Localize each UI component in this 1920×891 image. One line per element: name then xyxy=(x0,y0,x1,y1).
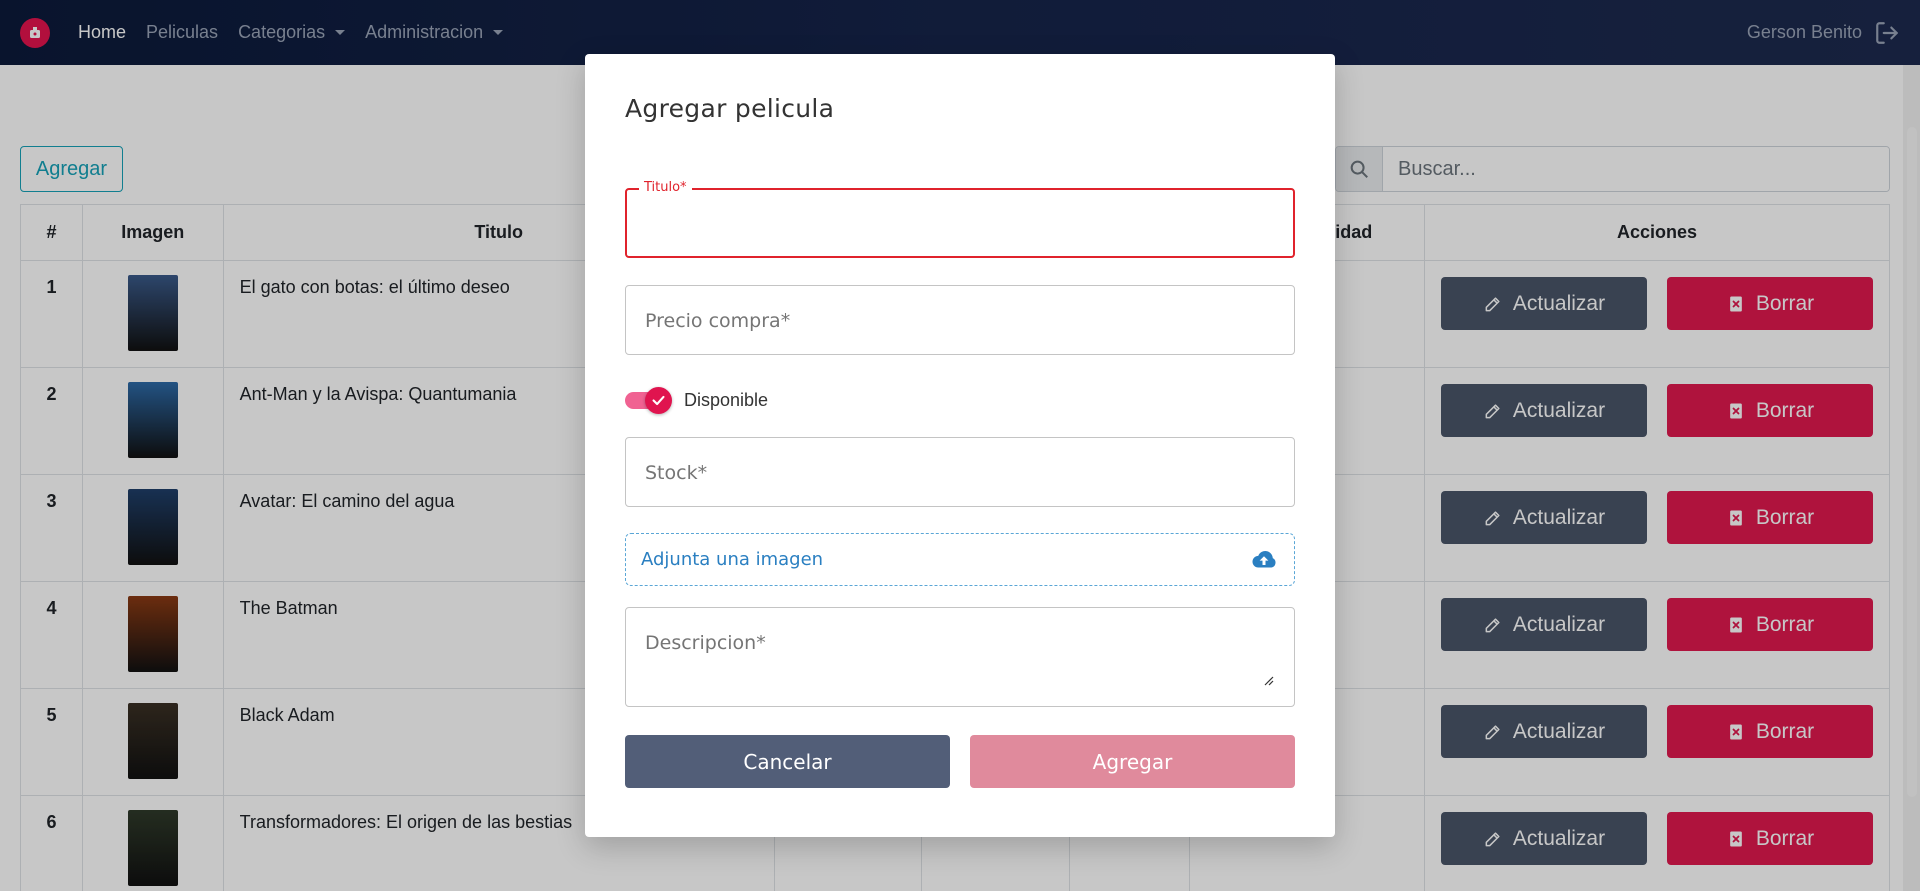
disponible-label: Disponible xyxy=(684,390,769,410)
modal-title: Agregar pelicula xyxy=(625,94,835,123)
cloud-upload-icon xyxy=(1252,550,1276,568)
check-icon xyxy=(645,387,672,414)
titulo-field[interactable]: Titulo* xyxy=(625,180,1295,258)
submit-add-button[interactable]: Agregar xyxy=(970,735,1295,788)
cancel-button[interactable]: Cancelar xyxy=(625,735,950,788)
precio-compra-field[interactable]: Precio compra* xyxy=(625,285,1295,355)
titulo-label: Titulo* xyxy=(639,180,692,195)
descripcion-placeholder: Descripcion* xyxy=(645,632,766,654)
image-upload-button[interactable]: Adjunta una imagen xyxy=(625,533,1295,586)
scrollbar-thumb[interactable] xyxy=(1907,127,1917,797)
disponible-toggle[interactable]: Disponible xyxy=(625,387,769,414)
add-movie-modal: Agregar pelicula Titulo* Precio compra* … xyxy=(585,54,1335,837)
descripcion-textarea[interactable]: Descripcion* xyxy=(625,607,1295,707)
toggle-track xyxy=(625,387,672,414)
stock-field[interactable]: Stock* xyxy=(625,437,1295,507)
upload-label: Adjunta una imagen xyxy=(641,549,824,570)
precio-compra-placeholder: Precio compra* xyxy=(645,310,791,332)
stock-placeholder: Stock* xyxy=(645,462,708,484)
resize-grip-icon[interactable] xyxy=(1264,676,1274,686)
